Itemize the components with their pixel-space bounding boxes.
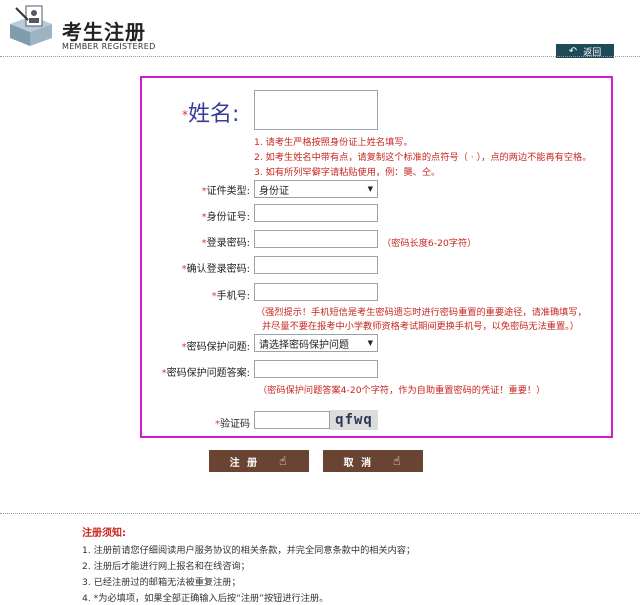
id-number-input[interactable] [254,204,378,222]
name-hint-3: 3. 如有所列罕僻字请粘贴使用，例：龑、仝。 [254,167,441,178]
id-type-select[interactable]: 身份证 ▼ [254,180,378,198]
phone-input[interactable] [254,283,378,301]
back-arrow-icon: ↶ [568,45,578,57]
id-type-label: *证件类型: [201,186,250,197]
phone-hint-2: 并尽量不要在报考中小学教师资格考试期间更换手机号，以免密码无法重置。） [262,321,579,332]
cancel-button[interactable]: 取 消 ☝ [323,450,423,472]
confirm-password-input[interactable] [254,256,378,274]
password-input[interactable] [254,230,378,248]
confirm-password-label: *确认登录密码: [181,264,250,275]
dropdown-arrow-icon: ▼ [367,339,373,347]
security-answer-label: *密码保护问题答案: [161,368,250,379]
notice-title: 注册须知: [82,528,126,539]
notice-item: 2. 注册后才能进行网上报名和在线咨询； [82,561,250,572]
name-hint-2: 2. 如考生姓名中带有点，请复制这个标准的点符号（ · ），点的两边不能再有空格… [254,152,592,163]
page-title: 考生注册 [62,20,146,44]
captcha-label: *验证码 [215,419,250,430]
dropdown-arrow-icon: ▼ [367,185,373,193]
notice-item: 4. *为必填项，如果全部正确输入后按“注册”按钮进行注册。 [82,593,329,604]
footer-divider [0,513,640,514]
security-answer-hint: （密码保护问题答案4-20个字符，作为自助重置密码的凭证！重要！） [258,385,546,396]
name-label: *姓名: [182,102,240,127]
notice-item: 1. 注册前请您仔细阅读用户服务协议的相关条款，并完全同意条款中的相关内容； [82,545,416,556]
id-number-label: *身份证号: [201,212,250,223]
hand-pointer-icon: ☝ [279,454,289,468]
phone-label: *手机号: [211,291,250,302]
name-input[interactable] [254,90,378,130]
phone-hint-1: （强烈提示！手机短信是考生密码遗忘时进行密码重置的重要途径，请准确填写， [256,307,587,318]
captcha-image[interactable]: qfwq [330,410,378,430]
password-hint: （密码长度6-20字符） [382,238,477,249]
hand-pointer-icon: ☝ [393,454,403,468]
security-answer-input[interactable] [254,360,378,378]
security-question-label: *密码保护问题: [181,342,250,353]
register-button[interactable]: 注 册 ☝ [209,450,309,472]
captcha-input[interactable] [254,411,330,429]
password-label: *登录密码: [201,238,250,249]
page-subtitle: MEMBER REGISTERED [62,42,156,51]
header-divider [0,56,640,57]
security-question-select[interactable]: 请选择密码保护问题 ▼ [254,334,378,352]
logo [6,4,56,48]
name-hint-1: 1. 请考生严格按照身份证上姓名填写。 [254,137,413,148]
notice-item: 3. 已经注册过的邮箱无法被重复注册； [82,577,241,588]
